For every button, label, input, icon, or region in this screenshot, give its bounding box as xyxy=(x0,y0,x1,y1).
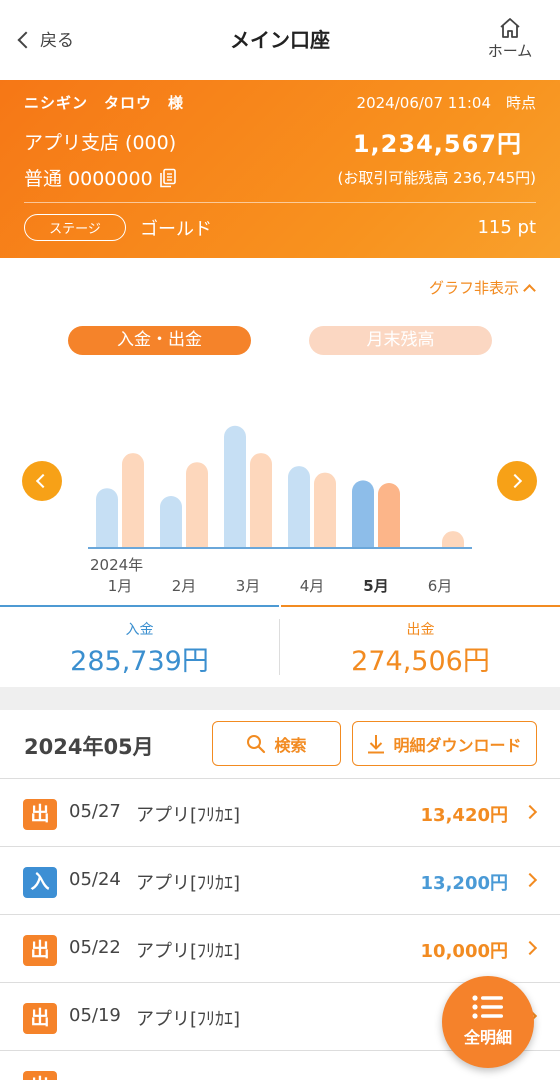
tab-month-end-balance[interactable]: 月末残高 xyxy=(309,326,492,355)
chevron-right-icon xyxy=(522,872,538,888)
chevron-up-icon xyxy=(523,283,536,297)
deposit-label: 入金 xyxy=(125,622,154,638)
next-period-button[interactable] xyxy=(497,461,537,501)
deposit-bar xyxy=(224,425,246,548)
chevron-right-icon xyxy=(507,473,523,489)
section-gap xyxy=(0,687,560,710)
transaction-date: 05/19 xyxy=(69,1005,121,1026)
points: 115 pt xyxy=(477,217,536,238)
month-title: 2024年05月 xyxy=(24,735,154,759)
deposit-amount: 285,739円 xyxy=(70,646,209,677)
totals-panel: 入金 285,739円 出金 274,506円 xyxy=(0,605,560,687)
branch-name: アプリ支店 (000) xyxy=(24,132,177,154)
account-number: 普通 0000000 xyxy=(24,168,153,190)
month-tick-label[interactable]: 6月 xyxy=(428,577,453,595)
withdrawal-bar xyxy=(250,453,272,548)
stage-badge: ステージ xyxy=(24,214,126,241)
transaction-description: アプリ[ﾌﾘｶｴ] xyxy=(136,873,241,894)
graph-toggle-label: グラフ非表示 xyxy=(428,279,519,297)
search-button[interactable]: 検索 xyxy=(212,721,341,766)
available-balance: (お取引可能残高 236,745円) xyxy=(337,169,536,187)
chevron-left-icon xyxy=(35,473,51,489)
home-icon xyxy=(500,18,520,38)
search-icon xyxy=(247,734,266,753)
chevron-right-icon xyxy=(522,940,538,956)
download-icon xyxy=(368,734,385,753)
withdrawal-amount: 274,506円 xyxy=(351,646,490,677)
transaction-description: アプリ[ﾌﾘｶｴ] xyxy=(136,805,241,826)
withdrawal-badge: 出 xyxy=(23,1003,57,1034)
deposit-total: 入金 285,739円 xyxy=(0,619,279,678)
as-of-datetime: 2024/06/07 11:04 時点 xyxy=(356,94,536,112)
year-label: 2024年 xyxy=(90,556,143,574)
balance: 1,234,567円 xyxy=(352,130,522,158)
transaction-description: アプリ[ﾌﾘｶｴ] xyxy=(136,1009,241,1030)
withdrawal-label: 出金 xyxy=(406,622,435,638)
withdrawal-bar xyxy=(314,472,336,548)
withdrawal-total: 出金 274,506円 xyxy=(281,619,560,678)
transaction-date: 05/27 xyxy=(69,801,121,822)
month-tick-label[interactable]: 3月 xyxy=(236,577,261,595)
withdrawal-bar xyxy=(122,453,144,548)
chevron-right-icon xyxy=(522,804,538,820)
transaction-amount: 10,000円 xyxy=(420,941,508,962)
all-statements-button[interactable]: 全明細 xyxy=(442,976,534,1068)
deposit-bar xyxy=(352,480,374,548)
stage-name: ゴールド xyxy=(140,218,212,240)
transaction-date: 05/24 xyxy=(69,869,121,890)
copy-icon[interactable] xyxy=(159,168,177,188)
withdrawal-badge: 出 xyxy=(23,1071,57,1080)
withdrawal-bar xyxy=(442,531,464,548)
month-tick-label[interactable]: 4月 xyxy=(300,577,325,595)
month-tick-label[interactable]: 2月 xyxy=(172,577,197,595)
transaction-row[interactable]: 出 05/22 アプリ[ﾌﾘｶｴ] 10,000円 xyxy=(0,914,560,982)
navigation-bar: 戻る メイン口座 ホーム xyxy=(0,0,560,80)
search-label: 検索 xyxy=(274,735,307,755)
home-label: ホーム xyxy=(487,42,533,60)
deposit-bar xyxy=(160,496,182,548)
account-holder: ニシギン タロウ 様 xyxy=(24,94,185,112)
withdrawal-bar xyxy=(378,483,400,548)
account-number-group: 普通 0000000 xyxy=(24,164,177,191)
withdrawal-underline xyxy=(281,605,560,607)
graph-hide-toggle[interactable]: グラフ非表示 xyxy=(428,277,536,298)
list-icon xyxy=(472,995,503,1019)
page-title: メイン口座 xyxy=(230,28,330,52)
deposit-badge: 入 xyxy=(23,867,57,898)
transaction-row[interactable]: 入 05/24 アプリ[ﾌﾘｶｴ] 13,200円 xyxy=(0,846,560,914)
download-label: 明細ダウンロード xyxy=(393,735,522,755)
download-statement-button[interactable]: 明細ダウンロード xyxy=(352,721,537,766)
withdrawal-badge: 出 xyxy=(23,935,57,966)
deposit-underline xyxy=(0,605,279,607)
transaction-description: アプリ[ﾌﾘｶｴ] xyxy=(136,941,241,962)
card-divider xyxy=(24,202,536,203)
bar-chart: 1月 2月 3月 4月 5月 6月 2024年 xyxy=(88,425,472,595)
month-tick-label[interactable]: 1月 xyxy=(108,577,133,595)
transaction-amount: 13,420円 xyxy=(420,805,508,826)
all-statements-label: 全明細 xyxy=(463,1028,512,1047)
transaction-date: 05/22 xyxy=(69,937,121,958)
graph-tabs: 入金・出金 月末残高 xyxy=(68,326,492,356)
home-button[interactable]: ホーム xyxy=(484,16,536,61)
withdrawal-badge: 出 xyxy=(23,799,57,830)
deposit-bar xyxy=(288,466,310,548)
tab-deposits-withdrawals[interactable]: 入金・出金 xyxy=(68,326,251,355)
totals-divider xyxy=(279,619,280,675)
previous-period-button[interactable] xyxy=(22,461,62,501)
transaction-row[interactable]: 出 05/27 アプリ[ﾌﾘｶｴ] 13,420円 xyxy=(0,778,560,846)
month-tick-label[interactable]: 5月 xyxy=(363,577,388,595)
deposit-bar xyxy=(96,488,118,548)
withdrawal-bar xyxy=(186,462,208,548)
transaction-amount: 13,200円 xyxy=(420,873,508,894)
account-card: ニシギン タロウ 様 2024/06/07 11:04 時点 アプリ支店 (00… xyxy=(0,80,560,258)
